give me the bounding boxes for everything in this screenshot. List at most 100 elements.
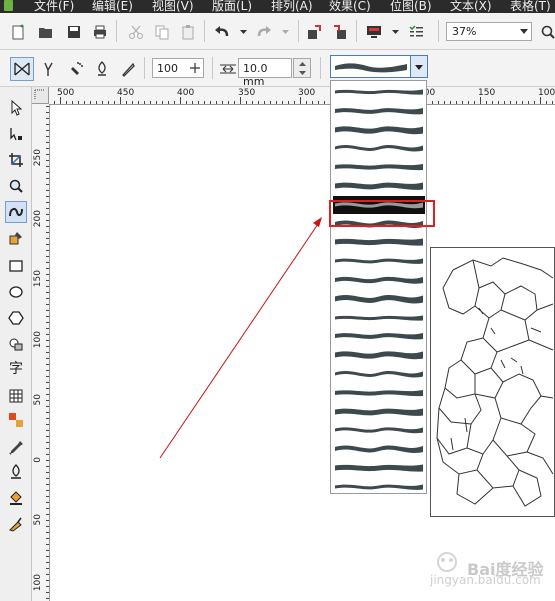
stroke-preset-item[interactable]	[333, 233, 425, 251]
zoom-level-select[interactable]: 37%	[446, 22, 532, 41]
ruler-tick	[486, 101, 487, 104]
redo-dropdown-icon[interactable]	[276, 22, 296, 42]
interactive-fill-tool-icon[interactable]	[5, 513, 27, 535]
artistic-media-tool-icon[interactable]	[5, 201, 27, 223]
ruler-tick	[150, 101, 151, 104]
cut-icon[interactable]	[126, 22, 146, 42]
stroke-preset-item[interactable]	[333, 83, 425, 101]
rectangle-tool-icon[interactable]	[5, 255, 27, 277]
zoom-tool-icon[interactable]	[5, 175, 27, 197]
redo-icon[interactable]	[254, 22, 274, 42]
ruler-tick	[96, 101, 97, 104]
stroke-preset-item[interactable]	[333, 102, 425, 120]
text-tool-icon[interactable]: 字	[5, 357, 27, 379]
stroke-width-spinner[interactable]	[293, 58, 311, 78]
stroke-preset-item[interactable]	[333, 421, 425, 439]
preset-mode-icon[interactable]	[10, 57, 34, 81]
brush-mode-icon[interactable]	[40, 59, 60, 79]
print-icon[interactable]	[90, 22, 110, 42]
pressure-mode-icon[interactable]	[118, 59, 138, 79]
menu-text[interactable]: 文本(X)	[450, 0, 492, 13]
ruler-tick	[46, 406, 49, 407]
ruler-tick	[312, 101, 313, 104]
new-document-icon[interactable]	[8, 22, 28, 42]
options-list-icon[interactable]	[406, 22, 426, 42]
stroke-style-list[interactable]	[330, 80, 427, 494]
interactive-blend-tool-icon[interactable]	[5, 409, 27, 431]
menu-arrange[interactable]: 排列(A)	[271, 0, 313, 13]
outline-pen-tool-icon[interactable]	[5, 461, 27, 483]
crop-tool-icon[interactable]	[5, 149, 27, 171]
menu-view[interactable]: 视图(V)	[152, 0, 194, 13]
ruler-tick	[46, 598, 49, 599]
ruler-tick	[46, 280, 49, 281]
menu-bitmaps[interactable]: 位图(B)	[390, 0, 432, 13]
sprayer-mode-icon[interactable]	[66, 59, 86, 79]
stroke-preset-item[interactable]	[333, 459, 425, 477]
stroke-preset-item[interactable]	[333, 158, 425, 176]
eyedropper-tool-icon[interactable]	[5, 437, 27, 459]
stroke-preset-item[interactable]	[333, 478, 425, 493]
polygon-tool-icon[interactable]	[5, 307, 27, 329]
stroke-shape-icon	[335, 484, 423, 490]
pick-tool-icon[interactable]	[5, 97, 27, 119]
stroke-width-field[interactable]: 10.0 mm	[238, 58, 292, 88]
application-launcher-icon[interactable]	[364, 22, 384, 42]
stroke-preset-item[interactable]	[333, 309, 425, 327]
ruler-tick	[168, 101, 169, 104]
export-icon[interactable]	[330, 22, 350, 42]
undo-dropdown-icon[interactable]	[234, 22, 254, 42]
menu-edit[interactable]: 编辑(E)	[92, 0, 133, 13]
stroke-preset-item[interactable]	[333, 271, 425, 289]
import-icon[interactable]	[304, 22, 324, 42]
stroke-preset-item[interactable]	[333, 177, 425, 195]
stroke-preset-item[interactable]	[333, 365, 425, 383]
ruler-tick	[46, 184, 49, 185]
copy-icon[interactable]	[152, 22, 172, 42]
calligraphic-mode-icon[interactable]	[92, 59, 112, 79]
ruler-tick	[162, 101, 163, 104]
selected-stroke-preview	[335, 63, 407, 73]
menu-file[interactable]: 文件(F)	[34, 0, 74, 13]
drawing-object[interactable]	[430, 247, 555, 517]
shape-tool-icon[interactable]	[5, 123, 27, 145]
ruler-tick	[90, 101, 91, 104]
launcher-dropdown-icon[interactable]	[386, 22, 406, 42]
ruler-tick	[78, 101, 79, 104]
menu-effects[interactable]: 效果(C)	[329, 0, 371, 13]
stroke-preset-item[interactable]	[333, 252, 425, 270]
open-folder-icon[interactable]	[36, 22, 56, 42]
ruler-tick	[46, 106, 49, 107]
stroke-style-dropdown-button[interactable]	[410, 55, 428, 78]
stroke-preset-item[interactable]	[333, 290, 425, 308]
ruler-tick	[324, 101, 325, 104]
ruler-tick	[444, 101, 445, 104]
freehand-smoothing-field[interactable]: 100	[152, 58, 204, 78]
ruler-tick	[108, 101, 109, 104]
stroke-shape-icon	[335, 107, 423, 115]
basic-shapes-tool-icon[interactable]	[5, 333, 27, 355]
stroke-preset-item[interactable]	[333, 440, 425, 458]
stroke-preset-item[interactable]	[333, 403, 425, 421]
vertical-ruler[interactable]: 250 200 150 100 50 0 50 100	[32, 104, 50, 601]
menu-table[interactable]: 表格(T)	[510, 0, 551, 13]
stroke-preset-item[interactable]	[333, 139, 425, 157]
menu-layout[interactable]: 版面(L)	[212, 0, 252, 13]
ellipse-tool-icon[interactable]	[5, 281, 27, 303]
ruler-tick	[46, 190, 49, 191]
save-icon[interactable]	[64, 22, 84, 42]
ruler-origin-icon[interactable]	[32, 87, 49, 104]
paste-icon[interactable]	[178, 22, 198, 42]
table-tool-icon[interactable]	[5, 385, 27, 407]
fill-tool-icon[interactable]	[5, 487, 27, 509]
undo-icon[interactable]	[212, 22, 232, 42]
stroke-preset-item[interactable]	[333, 384, 425, 402]
zoom-magnifier-icon[interactable]	[538, 22, 555, 42]
stroke-preset-item[interactable]	[333, 346, 425, 364]
smart-fill-tool-icon[interactable]	[5, 227, 27, 249]
stroke-preset-item[interactable]	[333, 121, 425, 139]
stroke-preset-item[interactable]	[333, 327, 425, 345]
horizontal-ruler[interactable]: 500 450 400 350 300 200 150 100	[32, 87, 555, 105]
smoothing-slider-icon[interactable]	[190, 63, 200, 73]
ruler-tick	[46, 226, 49, 227]
